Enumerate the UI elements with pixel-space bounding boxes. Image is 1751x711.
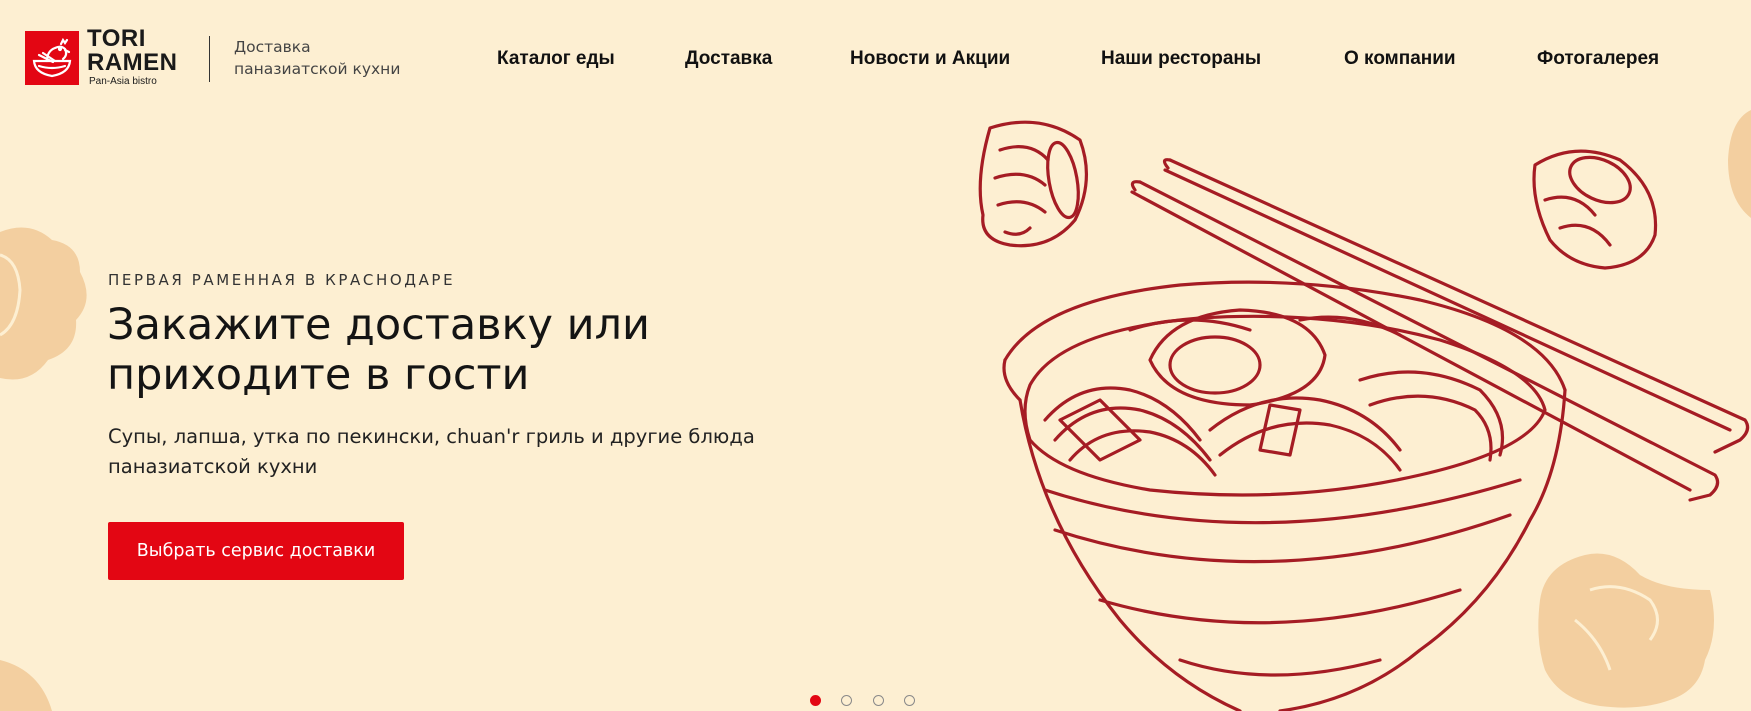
hero-title: Закажите доставку или приходите в гости bbox=[107, 300, 827, 400]
site-header: TORI RAMEN Pan-Asia bistro Доставка пана… bbox=[0, 0, 1751, 118]
hero-title-line1: Закажите доставку или bbox=[107, 300, 650, 350]
ramen-bowl-illustration bbox=[1002, 280, 1567, 711]
chopsticks-illustration bbox=[1130, 158, 1750, 502]
brand-subtitle: Pan-Asia bistro bbox=[89, 76, 157, 87]
brand-name: TORI RAMEN bbox=[87, 27, 178, 75]
decor-blob-bottom-left bbox=[0, 660, 52, 711]
hero-title-line2: приходите в гости bbox=[107, 350, 530, 400]
dumpling-decor-bottom-right bbox=[1538, 553, 1714, 708]
brand-tagline: Доставка паназиатской кухни bbox=[234, 36, 424, 80]
hero-description-line1: Супы, лапша, утка по пекински, chuan'r г… bbox=[108, 425, 755, 448]
hero-kicker: ПЕРВАЯ РАМЕННАЯ В КРАСНОДАРЕ bbox=[108, 271, 456, 289]
brand-name-line1: TORI bbox=[87, 25, 146, 52]
dumpling-decor-left bbox=[0, 227, 87, 380]
nav-item-restaurants[interactable]: Наши рестораны bbox=[1101, 47, 1261, 71]
nav-item-delivery[interactable]: Доставка bbox=[685, 47, 772, 71]
sushi-roll-illustration-1 bbox=[978, 120, 1088, 248]
slider-dot-3[interactable] bbox=[873, 695, 884, 706]
slider-dot-1[interactable] bbox=[810, 695, 821, 706]
sushi-decor-right-edge bbox=[1728, 110, 1751, 218]
tagline-line2: паназиатской кухни bbox=[234, 60, 401, 78]
nav-item-catalog[interactable]: Каталог еды bbox=[497, 47, 615, 71]
brand-name-line2: RAMEN bbox=[87, 49, 178, 76]
choose-delivery-service-button[interactable]: Выбрать сервис доставки bbox=[108, 522, 404, 580]
slider-dot-2[interactable] bbox=[841, 695, 852, 706]
logo[interactable] bbox=[25, 31, 79, 85]
hero-description: Супы, лапша, утка по пекински, chuan'r г… bbox=[108, 422, 828, 482]
tagline-line1: Доставка bbox=[234, 38, 311, 56]
nav-item-news-promo[interactable]: Новости и Акции bbox=[850, 47, 1010, 71]
nav-item-gallery[interactable]: Фотогалерея bbox=[1537, 47, 1659, 71]
slider-dot-4[interactable] bbox=[904, 695, 915, 706]
header-divider bbox=[209, 36, 210, 82]
hero-description-line2: паназиатской кухни bbox=[108, 455, 318, 478]
chicken-bowl-logo-icon bbox=[32, 37, 72, 78]
nav-item-about[interactable]: О компании bbox=[1344, 47, 1456, 71]
sushi-roll-illustration-2 bbox=[1532, 149, 1658, 270]
